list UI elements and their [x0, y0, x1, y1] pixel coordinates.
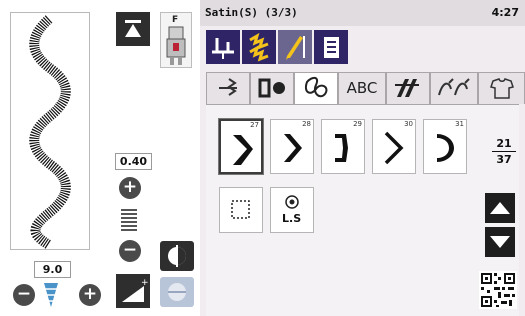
width-minus-button[interactable]: −: [13, 284, 35, 306]
satin-chevron-right-icon: [284, 134, 302, 162]
satin-bracket-icon: [335, 134, 348, 162]
qr-code[interactable]: [479, 271, 517, 309]
stitch-settings-panel: F 0.40 + − 9.0 − + +: [0, 0, 200, 316]
ls-label: L.S: [282, 212, 302, 225]
decorative-stitch-icon: [249, 32, 269, 62]
tension-icon: +: [122, 278, 149, 302]
mirror-icon: [168, 245, 186, 267]
tab-garment[interactable]: [478, 72, 525, 104]
arrow-up-icon: [490, 202, 510, 214]
ls-button[interactable]: L.S: [270, 187, 314, 233]
width-plus-button[interactable]: +: [79, 284, 101, 306]
garment-tab-icon: [490, 78, 514, 99]
needle-up-icon: [125, 20, 141, 37]
stitch-width-value: 9.0: [34, 261, 71, 278]
screen-title: Satin(S) (3/3): [205, 6, 298, 19]
stitch-length-value: 0.40: [115, 153, 152, 170]
tab-cross-stitch[interactable]: [430, 72, 478, 104]
reverse-button[interactable]: [160, 277, 194, 307]
arrow-down-icon: [490, 236, 510, 248]
needle-up-button[interactable]: [116, 12, 150, 46]
category-decorative-button[interactable]: [242, 30, 276, 64]
title-bar: Satin(S) (3/3) 4:27: [200, 0, 525, 26]
tab-straight[interactable]: [206, 72, 250, 104]
tab-buttonhole[interactable]: [250, 72, 294, 104]
clock: 4:27: [491, 6, 519, 19]
pattern-grid: 27 28 29 30 31 L.S 21 37: [206, 104, 519, 316]
tab-alphabet[interactable]: ABC: [338, 72, 386, 104]
page-total: 37: [496, 153, 512, 166]
pattern-31[interactable]: 31: [423, 119, 467, 174]
zigzag-stitch-preview-icon: [29, 15, 71, 250]
memory-icon: [324, 37, 339, 58]
qr-code-icon: [479, 271, 517, 309]
presser-foot-icon: [166, 26, 186, 65]
length-plus-button[interactable]: +: [119, 177, 141, 199]
stitch-width-icon: [43, 281, 59, 309]
page-current: 21: [496, 137, 512, 150]
straight-stitch-tab-icon: [219, 78, 237, 96]
page-indicator: 21 37: [492, 137, 516, 166]
buttonhole-tab-icon: [258, 78, 285, 98]
category-edit-button[interactable]: [278, 30, 312, 64]
satin-chevron-right-icon: [384, 131, 404, 165]
satin-bracket-icon: [437, 134, 454, 162]
pencil-icon: [286, 36, 305, 60]
pattern-27[interactable]: 27: [219, 119, 263, 174]
tension-button[interactable]: +: [116, 274, 150, 308]
dotted-square-icon: [231, 200, 250, 219]
utility-stitch-icon: [212, 38, 234, 59]
pattern-28[interactable]: 28: [270, 119, 314, 174]
single-pattern-button[interactable]: [219, 187, 263, 233]
pattern-selection-panel: Satin(S) (3/3) 4:27 ABC 27 28 29 30 31 L…: [200, 0, 525, 316]
pattern-30[interactable]: 30: [372, 119, 416, 174]
page-up-button[interactable]: [485, 193, 515, 223]
reverse-icon: [168, 283, 186, 301]
ls-icon: [285, 195, 299, 209]
svg-text:+: +: [141, 278, 149, 288]
decorative-stitch-tab-icon: [305, 76, 328, 98]
page-down-button[interactable]: [485, 227, 515, 257]
tab-satin[interactable]: [386, 72, 430, 104]
satin-tab-icon: [395, 79, 419, 97]
pattern-29[interactable]: 29: [321, 119, 365, 174]
stitch-tabs: ABC: [200, 72, 525, 105]
sewing-machine-screen: F 0.40 + − 9.0 − + + Satin(S) (3/3) 4:27…: [0, 0, 525, 316]
mirror-button[interactable]: [160, 241, 194, 271]
presser-foot-indicator: F: [160, 12, 192, 68]
stitch-density-icon: [121, 209, 137, 232]
stitch-preview: [10, 12, 90, 250]
category-utility-button[interactable]: [206, 30, 240, 64]
length-minus-button[interactable]: −: [119, 240, 141, 262]
tab-decorative[interactable]: [294, 72, 338, 105]
category-memory-button[interactable]: [314, 30, 348, 64]
cross-stitch-tab-icon: [438, 78, 470, 96]
satin-chevron-right-icon: [233, 135, 253, 165]
